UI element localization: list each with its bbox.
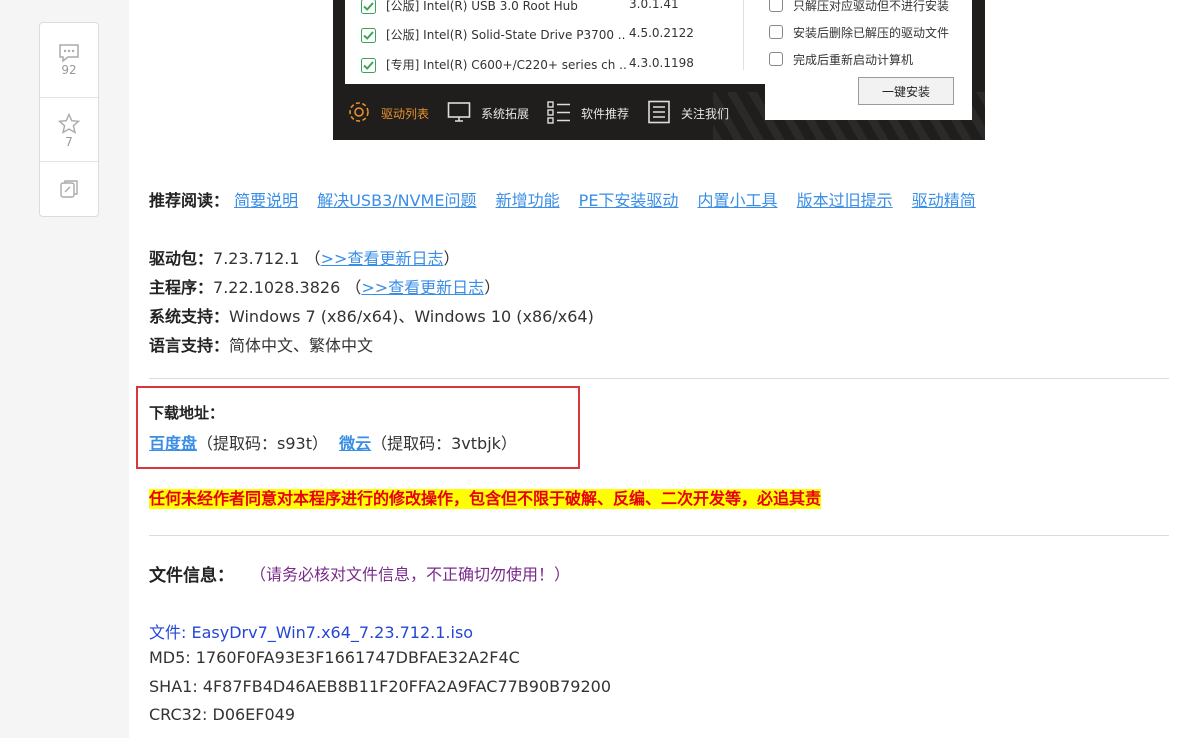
checkmark-icon bbox=[361, 58, 376, 73]
file-info-note: （请务必核对文件信息，不正确切勿使用！） bbox=[250, 565, 571, 584]
file-sha1: SHA1: 4F87FB4D46AEB8B11F20FFA2A9FAC77B90… bbox=[149, 677, 612, 696]
driver-pack-label: 驱动包： bbox=[149, 249, 214, 268]
changelog-link[interactable]: >>查看更新日志 bbox=[361, 278, 484, 297]
language-label: 语言支持： bbox=[149, 336, 230, 355]
main-program-version: 7.22.1028.3826 bbox=[213, 278, 341, 297]
copyright-warning: 任何未经作者同意对本程序进行的修改操作，包含但不限于破解、反编、二次开发等，必追… bbox=[149, 489, 822, 509]
comment-count: 92 bbox=[61, 63, 77, 77]
floating-action-bar: 92 7 bbox=[39, 22, 99, 217]
document-icon bbox=[648, 100, 670, 124]
weiyun-link[interactable]: 微云 bbox=[339, 434, 371, 453]
gear-icon bbox=[349, 102, 369, 122]
driver-name: [专用] Intel(R) C600+/C220+ series ch .. bbox=[386, 58, 627, 72]
download-label-line: 下载地址： bbox=[149, 402, 224, 423]
main-program-label: 主程序： bbox=[149, 278, 214, 297]
link-brief-intro[interactable]: 简要说明 bbox=[234, 191, 298, 210]
download-label: 下载地址： bbox=[149, 404, 225, 422]
file-crc32: CRC32: D06EF049 bbox=[149, 705, 296, 724]
download-box bbox=[136, 386, 580, 469]
checkbox bbox=[769, 52, 783, 66]
driver-pack-version: 7.23.712.1 bbox=[213, 249, 300, 268]
system-value: Windows 7 (x86/x64)、Windows 10 (x86/x64) bbox=[229, 307, 594, 326]
download-links-line: 百度盘（提取码：s93t） 微云（提取码：3vtbjk） bbox=[149, 430, 517, 454]
option-label: 只解压对应驱动但不进行安装 bbox=[793, 0, 950, 13]
link-builtin-tools[interactable]: 内置小工具 bbox=[698, 191, 778, 210]
link-driver-trim[interactable]: 驱动精简 bbox=[912, 191, 976, 210]
file-md5: MD5: 1760F0FA93E3F1661747DBFAE32A2F4C bbox=[149, 648, 520, 667]
paren: ） bbox=[443, 249, 460, 268]
driver-app-screenshot: [公版] Intel(R) USB 3.0 Root Hub 3.0.1.41 … bbox=[333, 0, 985, 140]
recommended-reading: 推荐阅读： 简要说明 解决USB3/NVME问题 新增功能 PE下安装驱动 内置… bbox=[149, 187, 990, 211]
driver-version: 4.3.0.1198 bbox=[629, 56, 694, 70]
checkmark-icon bbox=[361, 0, 376, 14]
driver-name: [公版] Intel(R) USB 3.0 Root Hub bbox=[386, 0, 578, 13]
favorite-button[interactable]: 7 bbox=[40, 113, 98, 149]
link-old-version-tip[interactable]: 版本过旧提示 bbox=[797, 191, 893, 210]
share-button[interactable] bbox=[40, 178, 98, 200]
main-program-line: 主程序：7.22.1028.3826 （>>查看更新日志） bbox=[149, 274, 500, 298]
option-label: 完成后重新启动计算机 bbox=[793, 53, 914, 67]
paren: ） bbox=[484, 278, 501, 297]
driver-version: 3.0.1.41 bbox=[629, 0, 679, 11]
divider bbox=[40, 97, 98, 98]
list-icon bbox=[547, 101, 570, 124]
comment-icon bbox=[59, 44, 79, 63]
tab-label: 驱动列表 bbox=[381, 107, 430, 121]
favorite-count: 7 bbox=[65, 135, 73, 149]
divider bbox=[743, 0, 744, 70]
file-name: 文件: EasyDrv7_Win7.x64_7.23.712.1.iso bbox=[149, 623, 474, 642]
weiyun-code: （提取码：3vtbjk） bbox=[371, 434, 517, 453]
divider bbox=[149, 535, 1169, 536]
paren: （ bbox=[345, 278, 362, 297]
one-click-install-button: 一键安装 bbox=[858, 77, 954, 105]
changelog-link[interactable]: >>查看更新日志 bbox=[321, 249, 444, 268]
tab-label: 软件推荐 bbox=[581, 107, 630, 121]
tab-label: 系统拓展 bbox=[481, 107, 530, 121]
baidu-pan-link[interactable]: 百度盘 bbox=[149, 434, 197, 453]
tab-label: 关注我们 bbox=[681, 107, 730, 121]
driver-pack-line: 驱动包：7.23.712.1 （>>查看更新日志） bbox=[149, 245, 459, 269]
link-usb3-nvme[interactable]: 解决USB3/NVME问题 bbox=[317, 191, 476, 210]
driver-name: [公版] Intel(R) Solid-State Drive P3700 .. bbox=[386, 28, 626, 42]
divider bbox=[40, 161, 98, 162]
checkmark-icon bbox=[361, 28, 376, 43]
link-pe-install[interactable]: PE下安装驱动 bbox=[579, 191, 679, 210]
file-info-title: 文件信息： bbox=[149, 566, 234, 586]
language-support-line: 语言支持：简体中文、繁体中文 bbox=[149, 332, 373, 356]
monitor-icon bbox=[447, 102, 471, 122]
divider bbox=[149, 378, 1169, 379]
baidu-code: （提取码：s93t） bbox=[197, 434, 328, 453]
link-new-features[interactable]: 新增功能 bbox=[496, 191, 560, 210]
comment-button[interactable]: 92 bbox=[40, 43, 98, 77]
system-label: 系统支持： bbox=[149, 307, 230, 326]
language-value: 简体中文、繁体中文 bbox=[229, 336, 374, 355]
star-icon bbox=[58, 113, 80, 134]
copy-link-icon bbox=[60, 180, 78, 198]
system-support-line: 系统支持：Windows 7 (x86/x64)、Windows 10 (x86… bbox=[149, 303, 594, 327]
driver-version: 4.5.0.2122 bbox=[629, 26, 694, 40]
paren: （ bbox=[304, 249, 321, 268]
checkbox bbox=[769, 25, 783, 39]
option-label: 安装后删除已解压的驱动文件 bbox=[793, 26, 950, 40]
checkbox bbox=[769, 0, 783, 12]
driver-list-panel: [公版] Intel(R) USB 3.0 Root Hub 3.0.1.41 … bbox=[345, 0, 972, 84]
recommended-label: 推荐阅读： bbox=[149, 191, 230, 210]
